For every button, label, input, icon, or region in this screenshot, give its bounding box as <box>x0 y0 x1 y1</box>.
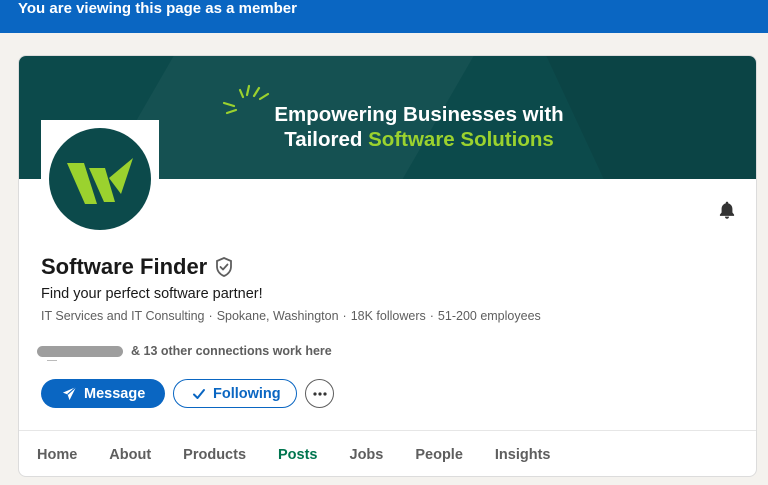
member-view-banner-text: You are viewing this page as a member <box>18 0 297 17</box>
action-buttons: Message Following <box>41 379 334 408</box>
tab-label: Insights <box>494 446 551 463</box>
company-employees[interactable]: 51-200 employees <box>438 309 541 323</box>
notifications-bell-button[interactable] <box>716 199 738 221</box>
tab-insights[interactable]: Insights <box>479 431 567 476</box>
company-location: Spokane, Washington <box>216 309 339 323</box>
connection-avatars-redacted <box>37 345 123 361</box>
tab-label: Posts <box>278 446 318 463</box>
verified-shield-icon[interactable] <box>215 257 233 277</box>
company-followers[interactable]: 18K followers <box>351 309 426 323</box>
company-page-tabs: Home About Products Posts Jobs People In… <box>19 430 756 476</box>
tab-label: People <box>415 446 463 463</box>
tab-posts[interactable]: Posts <box>262 431 334 476</box>
cover-headline-line2: Tailored Software Solutions <box>249 127 589 152</box>
following-button[interactable]: Following <box>173 379 297 408</box>
cover-headline-accent: Software Solutions <box>368 128 554 151</box>
more-options-button[interactable] <box>305 379 334 408</box>
tab-label: About <box>109 446 152 463</box>
bell-icon <box>719 201 735 219</box>
following-button-label: Following <box>213 385 281 402</box>
meta-separator: · <box>429 309 434 323</box>
company-logo[interactable] <box>41 120 159 238</box>
send-icon <box>62 386 77 401</box>
company-logo-icon <box>49 128 151 230</box>
company-name: Software Finder <box>41 254 233 280</box>
tab-about[interactable]: About <box>93 431 167 476</box>
company-header-card: Empowering Businesses with Tailored Soft… <box>18 55 757 477</box>
connections-row[interactable]: & 13 other connections work here <box>37 344 332 361</box>
tab-label: Home <box>37 446 78 463</box>
tab-jobs[interactable]: Jobs <box>334 431 400 476</box>
message-button[interactable]: Message <box>41 379 165 408</box>
connections-text: & 13 other connections work here <box>131 344 332 358</box>
company-tagline: Find your perfect software partner! <box>41 286 263 302</box>
cover-headline: Empowering Businesses with Tailored Soft… <box>249 102 589 152</box>
tab-home[interactable]: Home <box>21 431 93 476</box>
message-button-label: Message <box>84 385 146 402</box>
company-meta: IT Services and IT Consulting · Spokane, W… <box>41 309 541 323</box>
checkmark-icon <box>193 388 205 399</box>
company-industry: IT Services and IT Consulting <box>41 309 205 323</box>
meta-separator: · <box>208 309 213 323</box>
cover-headline-line1: Empowering Businesses with <box>274 103 564 126</box>
tab-label: Jobs <box>349 446 384 463</box>
tab-label: Products <box>183 446 247 463</box>
meta-separator: · <box>342 309 347 323</box>
cover-headline-line2-prefix: Tailored <box>284 128 369 151</box>
tab-people[interactable]: People <box>399 431 479 476</box>
more-horizontal-icon <box>312 391 327 396</box>
tab-products[interactable]: Products <box>167 431 262 476</box>
member-view-banner: You are viewing this page as a member <box>0 0 768 33</box>
company-name-text: Software Finder <box>41 254 208 279</box>
